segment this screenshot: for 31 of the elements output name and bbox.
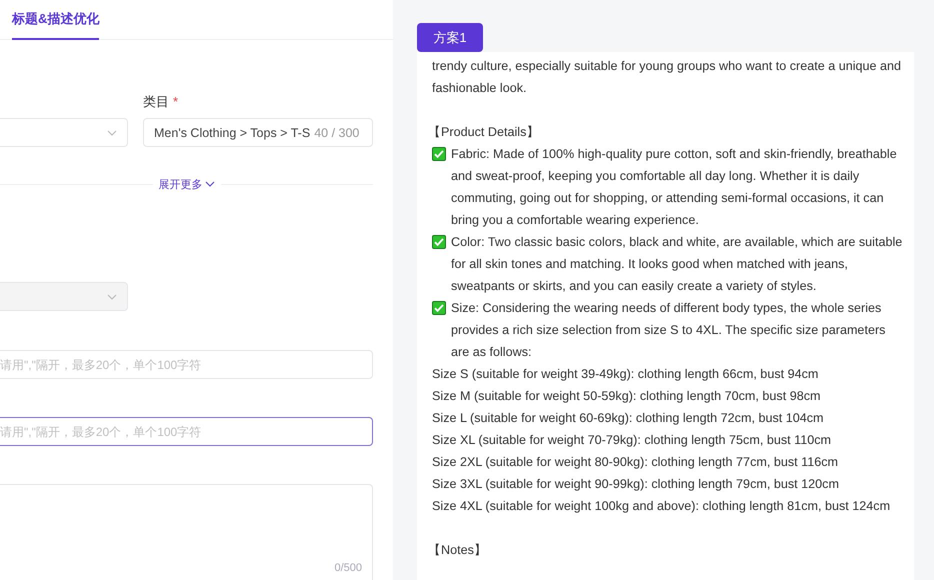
chevron-down-icon (107, 294, 117, 300)
paragraph-text: Size S (suitable for weight 39-49kg): clothing length 66cm, bust 94cm (432, 366, 820, 383)
section-heading: 【Notes】 (428, 542, 488, 559)
plan-tab[interactable]: 方案1 (417, 23, 483, 52)
tab[interactable]: 标题&描述优化 (12, 0, 100, 40)
paragraph-text: Size 2XL (suitable for weight 80-90kg): clothing length 77cm, bust 116cm (432, 454, 840, 471)
chevron-down-icon (204, 181, 214, 187)
paragraph-text: Size M (suitable for weight 50-59kg): clothing length 70cm, bust 98cm (432, 388, 822, 405)
expand-more-link[interactable]: 展开更多 (152, 176, 220, 192)
select-field[interactable] (0, 118, 128, 147)
paragraph-text: Size XL (suitable for weight 70-79kg): clothing length 75cm, bust 110cm (432, 432, 832, 449)
input-field[interactable]: 请用","隔开，最多20个，单个100字符 (0, 417, 373, 446)
check-icon (432, 147, 446, 161)
category-field[interactable]: Men's Clothing > Tops > T-S 40 / 300 (143, 118, 373, 147)
field-label: 类目 (143, 94, 169, 109)
paragraph-text: Size: Considering the wearing needs of different body types, the whole series provides a rich size selection from size S to 4XL. The specific size parameters are as follows: (451, 300, 886, 361)
paragraph-text: Size 4XL (suitable for weight 100kg and above): clothing length 81cm, bust 124cm (432, 498, 892, 515)
paragraph-text: Size L (suitable for weight 60-69kg): clothing length 72cm, bust 104cm (432, 410, 825, 427)
character-count: 40 / 300 (314, 126, 360, 140)
chevron-down-icon (107, 130, 117, 136)
select-field[interactable] (0, 282, 128, 311)
paragraph-text: Size 3XL (suitable for weight 90-99kg): clothing length 79cm, bust 120cm (432, 476, 840, 493)
check-icon (432, 301, 446, 315)
required-mark: * (173, 94, 178, 109)
check-icon (432, 235, 446, 249)
paragraph-text: trendy culture, especially suitable for young groups who want to create a unique and fashionable look. (432, 58, 902, 97)
field-value: Men's Clothing > Tops > T-S (154, 126, 310, 140)
character-count: 0/500 (334, 562, 362, 574)
paragraph-text: Color: Two classic basic colors, black and white, are available, which are suitable for all skin tones and matching. It looks good when matched with jeans, sweatpants or skirts, and you can easily create a variety of styles. (451, 234, 904, 295)
section-heading: 【Product Details】 (428, 124, 540, 141)
paragraph-text: Fabric: Made of 100% high-quality pure cotton, soft and skin-friendly, breathable and sweat-proof, keeping you comfortable all day long. Whether it is daily commuting, going out for shopping, or attending semi-formal occasions, it can bring you a comfortable wearing experience. (451, 146, 898, 229)
